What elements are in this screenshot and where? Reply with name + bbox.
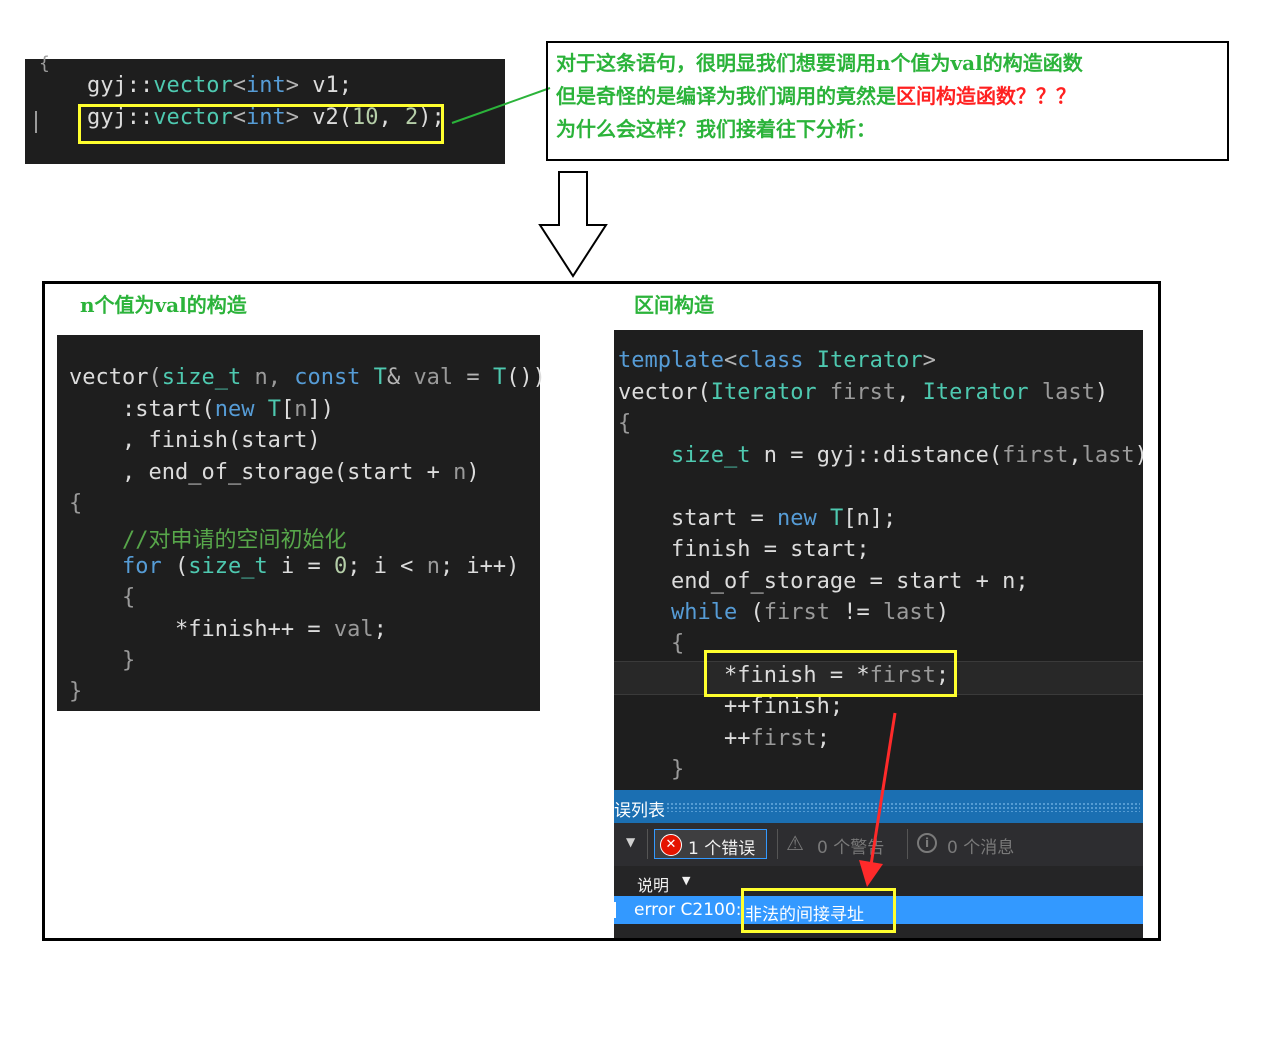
deref-highlight-box bbox=[704, 650, 957, 697]
error-message-highlight-box bbox=[741, 888, 896, 933]
code-line: { bbox=[69, 491, 83, 516]
note-line-2: 但是奇怪的是编译为我们调用的竟然是区间构造函数？？？ bbox=[556, 84, 1076, 108]
row-marker bbox=[614, 902, 616, 918]
toolbar-divider bbox=[777, 829, 778, 859]
code-line: { bbox=[618, 411, 632, 436]
v2-highlight-box bbox=[78, 104, 444, 144]
connector-line bbox=[451, 87, 551, 124]
code-line: ++finish; bbox=[618, 694, 844, 719]
code-line: finish = start; bbox=[618, 537, 870, 562]
down-arrow-icon bbox=[538, 171, 608, 278]
messages-filter-button[interactable]: i 0 个消息 bbox=[914, 829, 1032, 859]
code-line: start = new T[n]; bbox=[618, 506, 897, 531]
error-code: error C2100: bbox=[634, 900, 742, 920]
code-line: , finish(start) bbox=[69, 428, 321, 453]
left-code-pane: vector(size_t n, const T& val = T()) :st… bbox=[57, 335, 546, 711]
code-line: , end_of_storage(start + n) bbox=[69, 460, 480, 485]
code-line: end_of_storage = start + n; bbox=[618, 569, 1029, 594]
red-arrow-icon bbox=[859, 712, 897, 887]
heading-n-val-constructor: n个值为val的构造 bbox=[80, 293, 247, 317]
toolbar-divider bbox=[647, 829, 648, 859]
error-icon: ✕ bbox=[660, 834, 682, 856]
code-line: for (size_t i = 0; i < n; i++) bbox=[121, 554, 520, 579]
code-line: } bbox=[69, 679, 83, 704]
column-header-description[interactable]: 说明 bbox=[637, 872, 669, 896]
code-line: vector(size_t n, const T& val = T()) bbox=[69, 365, 546, 390]
scope-dropdown-arrow-icon[interactable]: ▼ bbox=[626, 835, 635, 849]
messages-count-label: 0 个消息 bbox=[947, 838, 1015, 858]
code-line: { bbox=[618, 631, 685, 656]
code-line: ++first; bbox=[618, 726, 830, 751]
heading-range-constructor: 区间构造 bbox=[634, 293, 714, 317]
error-list-title: 误列表 bbox=[614, 801, 665, 821]
top-code-snippet: { gyj::vector<int> v1; gyj::vector<int> … bbox=[25, 53, 505, 164]
warning-icon: ⚠ bbox=[786, 831, 804, 855]
errors-filter-button[interactable]: ✕ 1 个错误 bbox=[654, 829, 767, 859]
errors-count-label: 1 个错误 bbox=[688, 839, 756, 859]
info-icon: i bbox=[917, 833, 937, 853]
brace-fragment: { bbox=[39, 53, 50, 74]
code-line: *finish++ = val; bbox=[69, 617, 387, 642]
code-line: while (first != last) bbox=[670, 600, 950, 625]
code-line: size_t n = gyj::distance(first,last); bbox=[670, 443, 1143, 468]
code-line-v1: gyj::vector<int> v1; bbox=[87, 73, 352, 98]
note-line-3: 为什么会这样？我们接着往下分析： bbox=[556, 117, 876, 141]
code-line: { bbox=[69, 585, 136, 610]
code-comment: //对申请的空间初始化 bbox=[69, 528, 347, 553]
column-sort-arrow-icon[interactable]: ▼ bbox=[682, 874, 690, 887]
note-line-1: 对于这条语句，很明显我们想要调用n个值为val的构造函数 bbox=[556, 51, 1083, 75]
code-line: } bbox=[69, 648, 136, 673]
annotation-note: 对于这条语句，很明显我们想要调用n个值为val的构造函数 但是奇怪的是编译为我们… bbox=[546, 41, 1229, 161]
code-line: vector(Iterator first, Iterator last) bbox=[618, 380, 1109, 405]
code-line: } bbox=[618, 757, 685, 782]
code-line: :start(new T[n]) bbox=[69, 397, 334, 422]
editor-cursor-gutter bbox=[35, 111, 37, 133]
code-line: template<class Iterator> bbox=[618, 348, 936, 373]
note-red-text: 区间构造函数？？？ bbox=[896, 84, 1076, 108]
